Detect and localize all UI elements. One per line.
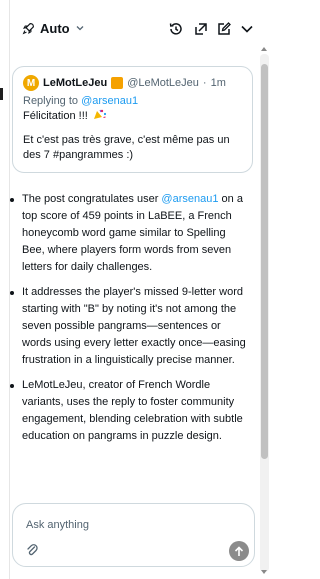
post-text-line2: Et c'est pas très grave, c'est même pas … [23,134,230,161]
post-time: 1m [210,77,226,89]
scroll-down-arrow[interactable] [261,570,267,574]
post-text-line1-content: Félicitation !!! [23,110,88,122]
bullet-text: LeMotLeJeu, creator of French Wordle var… [22,379,243,442]
scrollbar[interactable] [260,54,269,572]
edge-mark [0,88,3,100]
avatar[interactable]: M [23,75,39,91]
party-popper-icon [93,109,107,120]
scroll-up-arrow[interactable] [261,47,267,51]
left-edge-strip [0,0,10,579]
mode-selector-button[interactable]: Auto [22,19,85,37]
replying-to-line: Replying to @arsenau1 [23,95,242,107]
post-text-line1: Félicitation !!! [23,109,242,124]
arrow-up-icon [234,545,244,556]
history-icon[interactable] [168,21,184,37]
rocket-icon [22,22,35,35]
author-handle[interactable]: @LeMotLeJeu [127,77,199,89]
paperclip-icon[interactable] [26,543,38,562]
chevron-down-icon [75,23,85,33]
app-window: Auto M LeMotLeJeu @LeMotLeJeu · 1m Reply… [0,0,273,579]
list-item: LeMotLeJeu, creator of French Wordle var… [10,377,250,445]
list-item: The post congratulates user @arsenau1 on… [10,191,250,276]
bullet-text: The post congratulates user [22,193,162,205]
separator: · [202,77,207,89]
compose-icon[interactable] [216,21,232,37]
grok-panel: Auto M LeMotLeJeu @LeMotLeJeu · 1m Reply… [10,0,273,579]
chat-input-box [12,503,255,567]
post-header: M LeMotLeJeu @LeMotLeJeu · 1m [23,75,242,91]
response-bullet-list: The post congratulates user @arsenau1 on… [10,191,250,453]
collapse-icon[interactable] [239,21,255,37]
quoted-post-card[interactable]: M LeMotLeJeu @LeMotLeJeu · 1m Replying t… [12,66,253,173]
bullet-text: on a top score of 459 points in LaBEE, a… [22,193,243,273]
mode-label: Auto [40,20,70,36]
send-button[interactable] [229,541,249,561]
replying-prefix: Replying to [23,95,79,107]
ask-input[interactable] [26,517,226,533]
scrollbar-thumb[interactable] [261,64,268,459]
bullet-text: It addresses the player's missed 9-lette… [22,286,246,366]
verified-badge-icon [111,77,124,89]
panel-header: Auto [10,14,273,40]
replying-to-link[interactable]: @arsenau1 [81,95,138,107]
list-item: It addresses the player's missed 9-lette… [10,284,250,369]
author-name[interactable]: LeMotLeJeu [43,77,107,89]
mention-link[interactable]: @arsenau1 [161,193,218,205]
expand-icon[interactable] [193,21,209,37]
